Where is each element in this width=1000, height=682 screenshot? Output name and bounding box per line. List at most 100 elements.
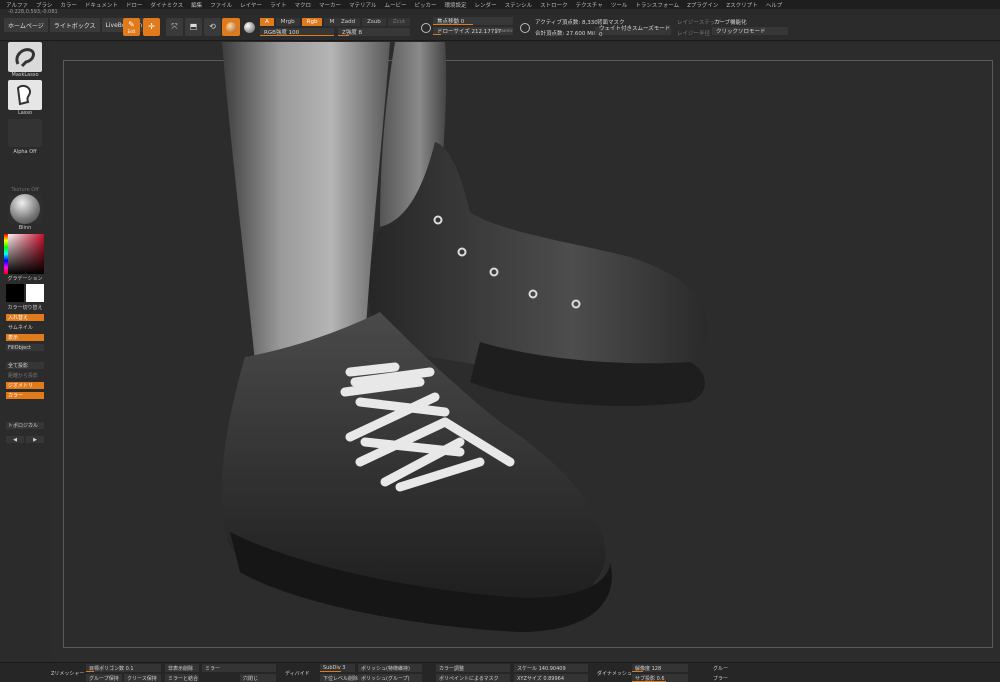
zremesher-button[interactable]: Zリメッシャー (48, 669, 84, 677)
edit-button[interactable]: ✎ Edit (123, 18, 140, 36)
menu-item[interactable]: Zプラグイン (687, 1, 718, 9)
tab-home[interactable]: ホームページ (4, 18, 48, 32)
menu-item[interactable]: カラー (60, 1, 77, 9)
menu-item[interactable]: ドロー (126, 1, 143, 9)
color-button[interactable]: カラー (6, 392, 44, 399)
menu-item[interactable]: ヘルプ (766, 1, 783, 9)
tab-lightbox[interactable]: ライトボックス (49, 18, 100, 32)
menu-item[interactable]: ストローク (540, 1, 568, 9)
lasso-button[interactable] (8, 80, 42, 110)
alpha-button[interactable] (8, 119, 42, 147)
project-from-distance-button[interactable]: 距離から投影 (6, 372, 44, 379)
mrgb-toggle[interactable]: Mrgb (275, 18, 300, 26)
z-intensity-slider[interactable]: Z強度 8 (338, 28, 410, 36)
scale-slider[interactable]: スケール 140.90409 (514, 664, 588, 672)
zsub-toggle[interactable]: Zsub (362, 18, 386, 26)
left-tray: MaskLasso Lasso Alpha Off Texture Off Bl… (0, 42, 50, 662)
menu-item[interactable]: アルファ (6, 1, 28, 9)
menu-item[interactable]: テクスチャ (576, 1, 603, 9)
delete-hidden-button[interactable]: 非表示削除 (165, 664, 199, 672)
move-button[interactable]: ⤧ (166, 18, 183, 36)
menu-item[interactable]: 環境設定 (445, 1, 467, 9)
menu-item[interactable]: Zスクリプト (726, 1, 757, 9)
focal-shift-slider[interactable]: 焦点移動 0 (433, 17, 513, 25)
menu-item[interactable]: マクロ (295, 1, 312, 9)
thumbnail-button[interactable]: サムネイル (6, 324, 44, 331)
menu-item[interactable]: ツール (611, 1, 628, 9)
draw-button[interactable]: ✛ (143, 18, 160, 36)
subdiv-slider[interactable]: SubDiv 3 (320, 664, 355, 672)
menu-item[interactable]: ブラシ (36, 1, 52, 9)
rotate-button[interactable]: ⟲ (204, 18, 221, 36)
material-button[interactable] (8, 194, 42, 224)
top-toolbar: ホームページ ライトボックス LiveBoolean ✎ Edit ✛ ⤧ ⬒ … (0, 15, 1000, 41)
resolution-slider[interactable]: 解像度 128 (632, 664, 688, 672)
lazy-radius-slider[interactable]: レイジー半径 (677, 29, 710, 37)
keep-creases-button[interactable]: クリース保持 (124, 674, 161, 682)
menu-item[interactable]: マテリアル (349, 1, 376, 9)
curve-function-toggle[interactable]: カーブ機能化 (714, 18, 747, 26)
menu-bar: アルファ ブラシ カラー ドキュメント ドロー ダイナミクス 編集 ファイル レイヤー ライト マク… (0, 0, 1000, 9)
material-sphere-icon (10, 194, 40, 224)
target-polygons-slider[interactable]: 目標ポリゴン数 0.1 (86, 664, 161, 672)
menu-item[interactable]: 編集 (191, 1, 202, 9)
color-adjust-button[interactable]: カラー調整 (436, 664, 510, 672)
groups-button[interactable]: グルー (710, 664, 728, 672)
dynamic-toggle[interactable]: Dynamic (495, 28, 513, 33)
hue-strip[interactable] (4, 234, 8, 274)
project-all-button[interactable]: 全て投影 (6, 362, 44, 369)
menu-item[interactable]: レンダー (475, 1, 497, 9)
right-arrow-button[interactable]: ▶ (26, 436, 44, 443)
menu-item[interactable]: ダイナミクス (150, 1, 183, 9)
swap-button[interactable]: 入れ替え (6, 314, 44, 321)
polish-groups-button[interactable]: ポリッシュ(グループ) (358, 674, 422, 682)
viewport-canvas[interactable] (50, 42, 1000, 662)
menu-item[interactable]: ステンシル (505, 1, 533, 9)
primary-color-swatch[interactable] (6, 284, 24, 302)
edit-icon: ✎ (128, 19, 135, 29)
topological-button[interactable]: トポロジカル (6, 422, 44, 429)
mask-lasso-brush-button[interactable] (8, 42, 42, 72)
alpha-label: Alpha Off (13, 149, 37, 155)
keep-groups-button[interactable]: グループ保持 (86, 674, 122, 682)
show-button[interactable]: 表示 (6, 334, 44, 341)
lasso-label: Lasso (17, 110, 33, 116)
fill-object-button[interactable]: FillObject (6, 344, 44, 351)
click-curve-mode-toggle[interactable]: クリックソロモード (712, 27, 788, 35)
mirror-weld-button[interactable]: ミラーと結合 (165, 674, 199, 682)
color-switch-label: カラー切り替え (7, 305, 43, 311)
delete-lower-button[interactable]: 下位レベル削除 (320, 674, 358, 682)
dynamesh-button[interactable]: ダイナメッシュ (594, 669, 632, 677)
polypaint-mask-button[interactable]: ポリペイントによるマスク (436, 674, 510, 682)
weighted-smooth-slider[interactable]: ウェイト付きスムーズモード 0 (595, 26, 671, 38)
xyz-size-slider[interactable]: XYZサイズ 0.89964 (514, 674, 588, 682)
blur-slider[interactable]: ブラー (710, 674, 728, 682)
divide-button[interactable]: ディバイド (282, 669, 310, 677)
rgb-toggle[interactable]: Rgb (301, 18, 323, 26)
left-arrow-button[interactable]: ◀ (6, 436, 24, 443)
polish-features-button[interactable]: ポリッシュ(特徴維持) (358, 664, 422, 672)
menu-item[interactable]: トランスフォーム (635, 1, 679, 9)
menu-item[interactable]: ライト (270, 1, 287, 9)
move-icon: ⤧ (171, 22, 178, 31)
secondary-color-swatch[interactable] (26, 284, 44, 302)
color-picker[interactable] (4, 234, 44, 274)
mirror-button[interactable]: ミラー (202, 664, 276, 672)
material-sphere-button[interactable] (222, 18, 240, 36)
menu-item[interactable]: ピッカー (415, 1, 437, 9)
menu-item[interactable]: ドキュメント (85, 1, 118, 9)
scale-button[interactable]: ⬒ (185, 18, 202, 36)
rgb-intensity-slider[interactable]: RGB強度 100 (260, 28, 334, 36)
a-toggle[interactable]: A (260, 18, 274, 26)
menu-item[interactable]: ムービー (385, 1, 407, 9)
menu-item[interactable]: ファイル (210, 1, 232, 9)
close-holes-button[interactable]: 穴閉じ (240, 674, 276, 682)
menu-item[interactable]: レイヤー (240, 1, 262, 9)
menu-item[interactable]: マーカー (319, 1, 341, 9)
scale-icon: ⬒ (189, 22, 198, 31)
zadd-toggle[interactable]: Zadd (336, 18, 361, 26)
geometry-button[interactable]: ジオメトリ (6, 382, 44, 389)
sub-project-slider[interactable]: サブ投影 0.6 (632, 674, 688, 682)
zcut-toggle[interactable]: Zcut (387, 18, 411, 26)
front-leg (222, 42, 390, 362)
